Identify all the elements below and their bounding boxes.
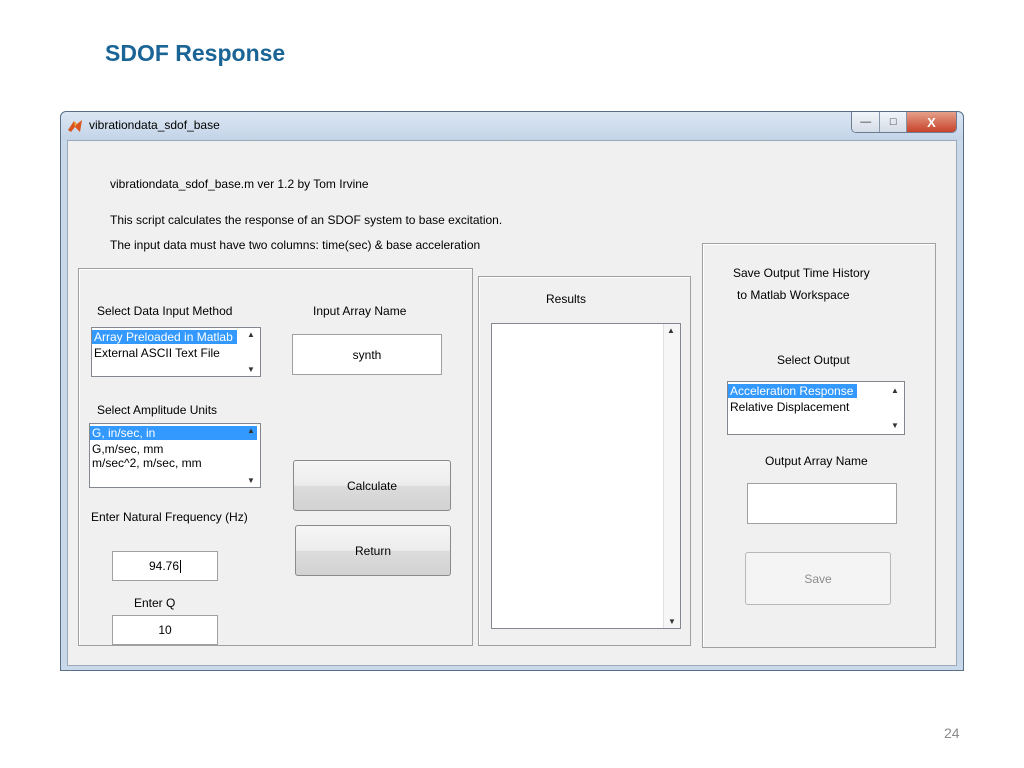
natural-frequency-field[interactable]: 94.76 <box>112 551 218 581</box>
q-field[interactable]: 10 <box>112 615 218 645</box>
figure-client-area: vibrationdata_sdof_base.m ver 1.2 by Tom… <box>67 140 957 666</box>
scroll-up-arrow-icon[interactable]: ▲ <box>664 326 678 335</box>
scroll-up-arrow-icon[interactable]: ▲ <box>244 426 258 435</box>
header-line-2: This script calculates the response of a… <box>110 213 503 227</box>
list-item[interactable]: External ASCII Text File <box>92 346 260 360</box>
q-label: Enter Q <box>134 596 176 610</box>
scroll-up-arrow-icon[interactable]: ▲ <box>888 386 902 395</box>
list-item[interactable]: Relative Displacement <box>728 400 904 414</box>
window-controls: — □ X <box>851 112 957 133</box>
save-output-label-line-1: Save Output Time History <box>733 266 870 280</box>
natural-frequency-label: Enter Natural Frequency (Hz) <box>91 510 248 524</box>
output-array-name-field[interactable] <box>747 483 897 524</box>
maximize-button[interactable]: □ <box>880 112 907 132</box>
page-number: 24 <box>944 725 960 741</box>
results-scrollbar[interactable]: ▲ ▼ <box>663 324 680 628</box>
matlab-icon <box>68 120 82 132</box>
scroll-down-arrow-icon[interactable]: ▼ <box>244 476 258 485</box>
input-panel: Select Data Input Method Array Preloaded… <box>78 268 473 646</box>
natural-frequency-value: 94.76 <box>148 559 180 573</box>
title-bar[interactable]: vibrationdata_sdof_base — □ X <box>61 112 963 140</box>
scroll-down-arrow-icon[interactable]: ▼ <box>244 365 258 374</box>
scroll-down-arrow-icon[interactable]: ▼ <box>888 421 902 430</box>
results-label: Results <box>546 292 587 306</box>
list-item[interactable]: G,m/sec, mm <box>90 442 260 456</box>
amplitude-units-label: Select Amplitude Units <box>97 403 218 417</box>
select-output-label: Select Output <box>777 353 850 367</box>
save-button[interactable]: Save <box>745 552 891 605</box>
select-output-listbox[interactable]: Acceleration Response Relative Displacem… <box>727 381 905 435</box>
app-window: vibrationdata_sdof_base — □ X vibrationd… <box>60 111 964 671</box>
results-panel: Results ▲ ▼ <box>478 276 691 646</box>
output-array-name-label: Output Array Name <box>765 454 868 468</box>
list-item[interactable]: m/sec^2, m/sec, mm <box>90 456 260 470</box>
return-button[interactable]: Return <box>295 525 451 576</box>
amplitude-units-listbox[interactable]: G, in/sec, in G,m/sec, mm m/sec^2, m/sec… <box>89 423 261 488</box>
save-output-label-line-2: to Matlab Workspace <box>737 288 850 302</box>
list-item-selected[interactable]: Array Preloaded in Matlab <box>92 330 237 344</box>
text-cursor <box>180 559 182 573</box>
data-input-method-label: Select Data Input Method <box>97 304 233 318</box>
header-line-3: The input data must have two columns: ti… <box>110 238 481 252</box>
data-input-method-listbox[interactable]: Array Preloaded in Matlab External ASCII… <box>91 327 261 377</box>
calculate-button[interactable]: Calculate <box>293 460 451 511</box>
output-panel: Save Output Time History to Matlab Works… <box>702 243 936 648</box>
list-item-selected[interactable]: Acceleration Response <box>728 384 858 398</box>
header-line-1: vibrationdata_sdof_base.m ver 1.2 by Tom… <box>110 177 369 191</box>
slide-title: SDOF Response <box>105 40 286 66</box>
list-item-selected[interactable]: G, in/sec, in <box>90 426 258 440</box>
window-title: vibrationdata_sdof_base <box>89 118 220 132</box>
input-array-name-label: Input Array Name <box>313 304 407 318</box>
minimize-button[interactable]: — <box>852 112 881 132</box>
scroll-down-arrow-icon[interactable]: ▼ <box>665 617 679 626</box>
results-listbox[interactable]: ▲ ▼ <box>491 323 681 629</box>
close-button[interactable]: X <box>906 112 956 132</box>
scroll-up-arrow-icon[interactable]: ▲ <box>244 330 258 339</box>
input-array-name-field[interactable]: synth <box>292 334 442 375</box>
